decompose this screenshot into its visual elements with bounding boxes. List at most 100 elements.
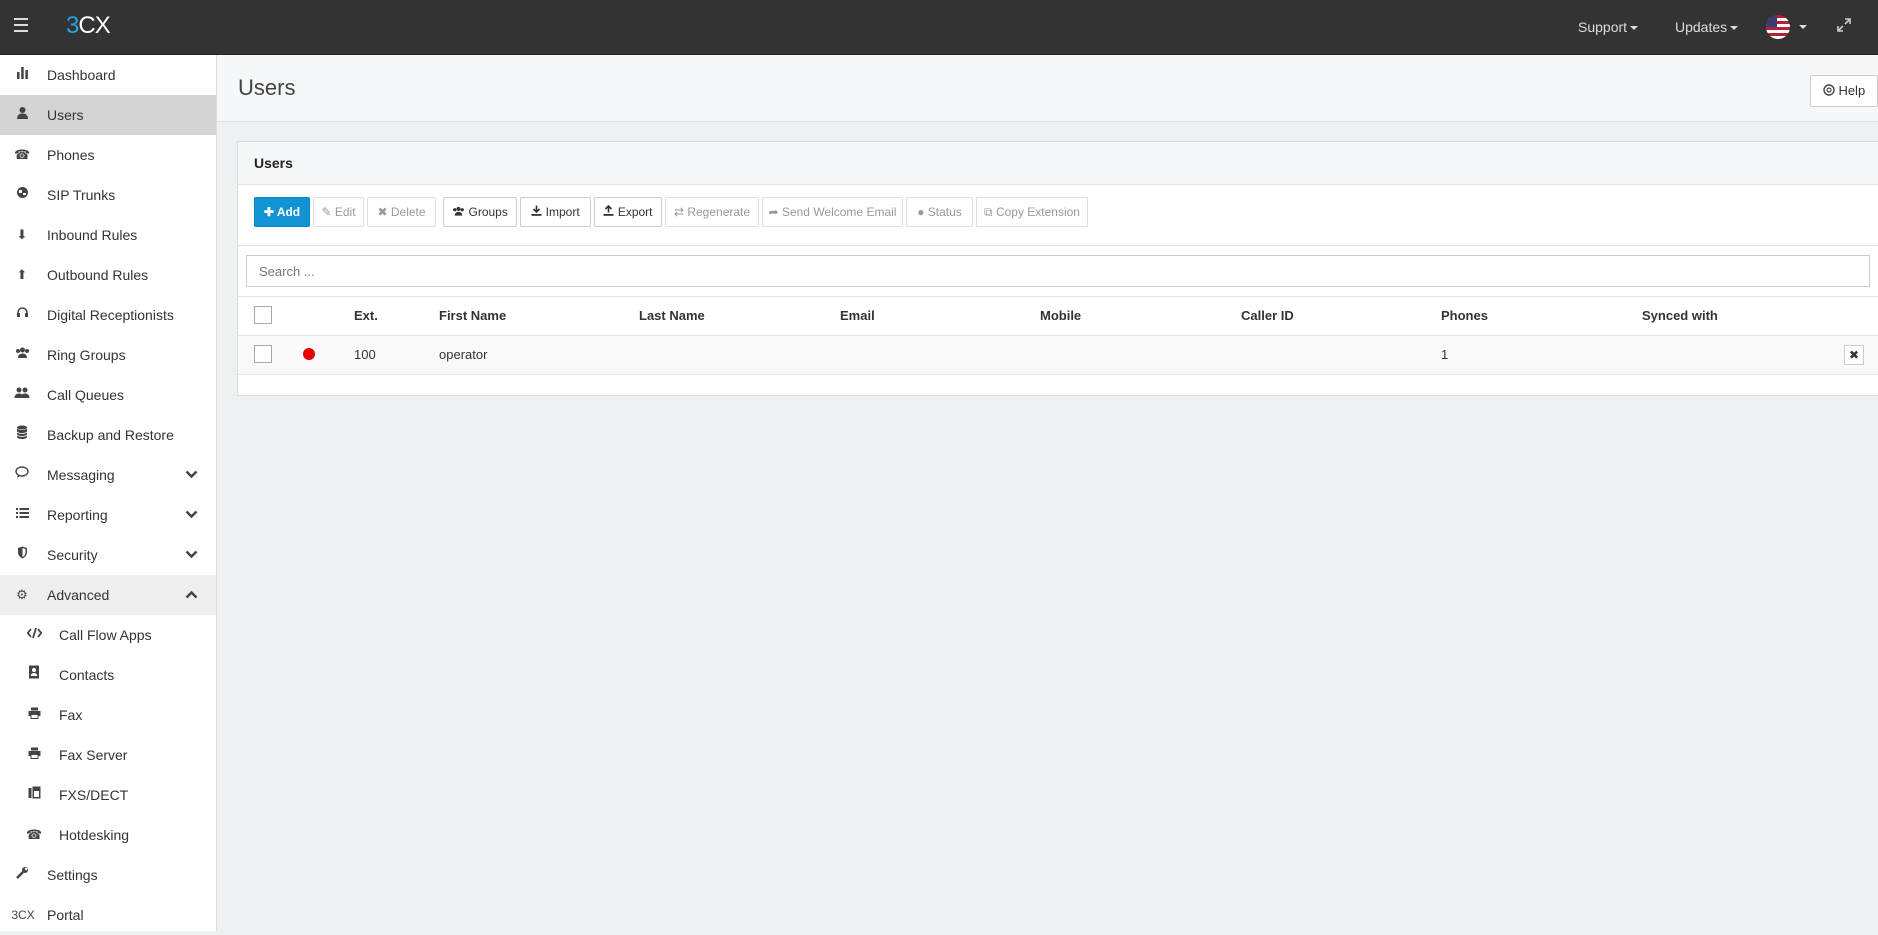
pencil-icon: ✎ xyxy=(321,205,332,219)
us-flag-language-icon[interactable] xyxy=(1766,15,1790,39)
copy-extension-button[interactable]: ⧉ Copy Extension xyxy=(976,197,1088,227)
send-welcome-email-button[interactable]: ➦ Send Welcome Email xyxy=(762,197,903,227)
arrow-down-icon: ⬇ xyxy=(16,227,28,242)
wrench-icon xyxy=(14,855,30,895)
upload-icon xyxy=(603,204,614,219)
export-button[interactable]: Export xyxy=(594,197,662,227)
app-logo[interactable]: 3CX xyxy=(66,12,111,40)
groups-button[interactable]: Groups xyxy=(443,197,517,227)
queue-users-icon xyxy=(14,375,30,415)
status-indicator-dot xyxy=(303,348,315,360)
fullscreen-expand-icon[interactable] xyxy=(1836,17,1854,35)
sidebar-item-dashboard[interactable]: Dashboard xyxy=(0,55,216,95)
phone-icon: ☎ xyxy=(14,147,31,162)
caret-down-icon xyxy=(1730,26,1739,31)
sidebar-item-advanced[interactable]: ⚙ Advanced xyxy=(0,575,216,615)
import-button[interactable]: Import xyxy=(520,197,591,227)
chat-bubble-icon xyxy=(14,455,30,495)
headset-icon xyxy=(14,295,30,335)
sidebar: Dashboard Users ☎ Phones SIP Trunks ⬇ In… xyxy=(0,55,217,931)
sidebar-item-fax[interactable]: Fax xyxy=(0,695,216,735)
printer-icon xyxy=(26,735,42,775)
delete-button[interactable]: ✖ Delete xyxy=(367,197,436,227)
plus-icon: ✚ xyxy=(263,205,274,219)
copy-icon: ⧉ xyxy=(984,205,993,219)
updates-menu[interactable]: Updates xyxy=(1675,0,1739,54)
bar-chart-icon xyxy=(14,55,30,95)
sidebar-item-call-flow-apps[interactable]: Call Flow Apps xyxy=(0,615,216,655)
globe-icon xyxy=(14,175,30,215)
close-icon: ✖ xyxy=(1848,348,1860,362)
sidebar-item-portal[interactable]: 3CX Portal xyxy=(0,895,216,935)
row-checkbox[interactable] xyxy=(254,345,272,363)
column-header-synced-with[interactable]: Synced with xyxy=(1642,308,1718,323)
column-header-caller-id[interactable]: Caller ID xyxy=(1241,308,1294,323)
column-header-last-name[interactable]: Last Name xyxy=(639,308,705,323)
support-menu[interactable]: Support xyxy=(1578,0,1639,54)
top-navbar: 3CX Support Updates xyxy=(0,0,1878,55)
shield-icon xyxy=(14,535,30,575)
column-header-email[interactable]: Email xyxy=(840,308,875,323)
page-header: Users Help xyxy=(217,55,1878,122)
edit-button[interactable]: ✎ Edit xyxy=(313,197,364,227)
sidebar-item-security[interactable]: Security xyxy=(0,535,216,575)
address-book-icon xyxy=(26,655,42,695)
lifebuoy-icon xyxy=(1823,83,1835,98)
retweet-icon: ⇄ xyxy=(673,205,684,219)
search-input[interactable] xyxy=(246,255,1870,287)
panel-title: Users xyxy=(254,155,293,171)
delete-row-button[interactable]: ✖ xyxy=(1844,345,1864,365)
column-header-phones[interactable]: Phones xyxy=(1441,308,1488,323)
sidebar-item-digital-receptionists[interactable]: Digital Receptionists xyxy=(0,295,216,335)
sidebar-item-hotdesking[interactable]: ☎ Hotdesking xyxy=(0,815,216,855)
sidebar-item-ring-groups[interactable]: Ring Groups xyxy=(0,335,216,375)
cell-phones: 1 xyxy=(1441,347,1449,362)
sidebar-item-call-queues[interactable]: Call Queues xyxy=(0,375,216,415)
column-header-ext[interactable]: Ext. xyxy=(354,308,378,323)
gear-icon: ⚙ xyxy=(16,587,28,602)
panel-header: Users xyxy=(238,142,1878,185)
table-divider xyxy=(238,296,1878,297)
chevron-down-icon xyxy=(185,495,198,535)
sidebar-item-phones[interactable]: ☎ Phones xyxy=(0,135,216,175)
language-caret-icon[interactable] xyxy=(1799,25,1807,29)
sidebar-item-backup-restore[interactable]: Backup and Restore xyxy=(0,415,216,455)
users-group-icon xyxy=(14,335,30,375)
sidebar-item-users[interactable]: Users xyxy=(0,95,216,135)
sidebar-item-messaging[interactable]: Messaging xyxy=(0,455,216,495)
code-icon xyxy=(26,615,42,655)
share-arrow-icon: ➦ xyxy=(768,205,779,219)
sidebar-item-settings[interactable]: Settings xyxy=(0,855,216,895)
chevron-down-icon xyxy=(185,455,198,495)
sidebar-item-reporting[interactable]: Reporting xyxy=(0,495,216,535)
phone-icon: ☎ xyxy=(26,827,43,842)
user-icon xyxy=(14,95,30,135)
sidebar-item-contacts[interactable]: Contacts xyxy=(0,655,216,695)
users-panel: Users ✚ Add ✎ Edit ✖ Delete Groups Impor… xyxy=(237,141,1878,396)
download-icon xyxy=(531,205,542,219)
help-button[interactable]: Help xyxy=(1810,75,1878,107)
sidebar-item-inbound-rules[interactable]: ⬇ Inbound Rules xyxy=(0,215,216,255)
sidebar-item-sip-trunks[interactable]: SIP Trunks xyxy=(0,175,216,215)
circle-icon: ● xyxy=(917,205,925,219)
status-button[interactable]: ● Status xyxy=(906,197,973,227)
column-header-first-name[interactable]: First Name xyxy=(439,308,506,323)
cell-ext: 100 xyxy=(354,347,376,362)
list-icon xyxy=(14,495,30,535)
arrow-up-icon: ⬆ xyxy=(16,267,28,282)
3cx-portal-icon: 3CX xyxy=(11,908,35,922)
table-row[interactable]: 100 operator 1 ✖ xyxy=(238,335,1878,375)
sidebar-item-fxs-dect[interactable]: FXS/DECT xyxy=(0,775,216,815)
regenerate-button[interactable]: ⇄ Regenerate xyxy=(665,197,759,227)
users-group-icon xyxy=(452,205,465,219)
hamburger-menu-icon[interactable] xyxy=(14,18,28,32)
column-header-mobile[interactable]: Mobile xyxy=(1040,308,1081,323)
sidebar-item-fax-server[interactable]: Fax Server xyxy=(0,735,216,775)
caret-down-icon xyxy=(1630,26,1639,31)
select-all-checkbox[interactable] xyxy=(254,306,272,324)
add-button[interactable]: ✚ Add xyxy=(254,197,310,227)
sidebar-item-outbound-rules[interactable]: ⬆ Outbound Rules xyxy=(0,255,216,295)
chevron-down-icon xyxy=(185,535,198,575)
fax-machine-icon xyxy=(26,775,42,815)
cell-first-name: operator xyxy=(439,347,488,362)
